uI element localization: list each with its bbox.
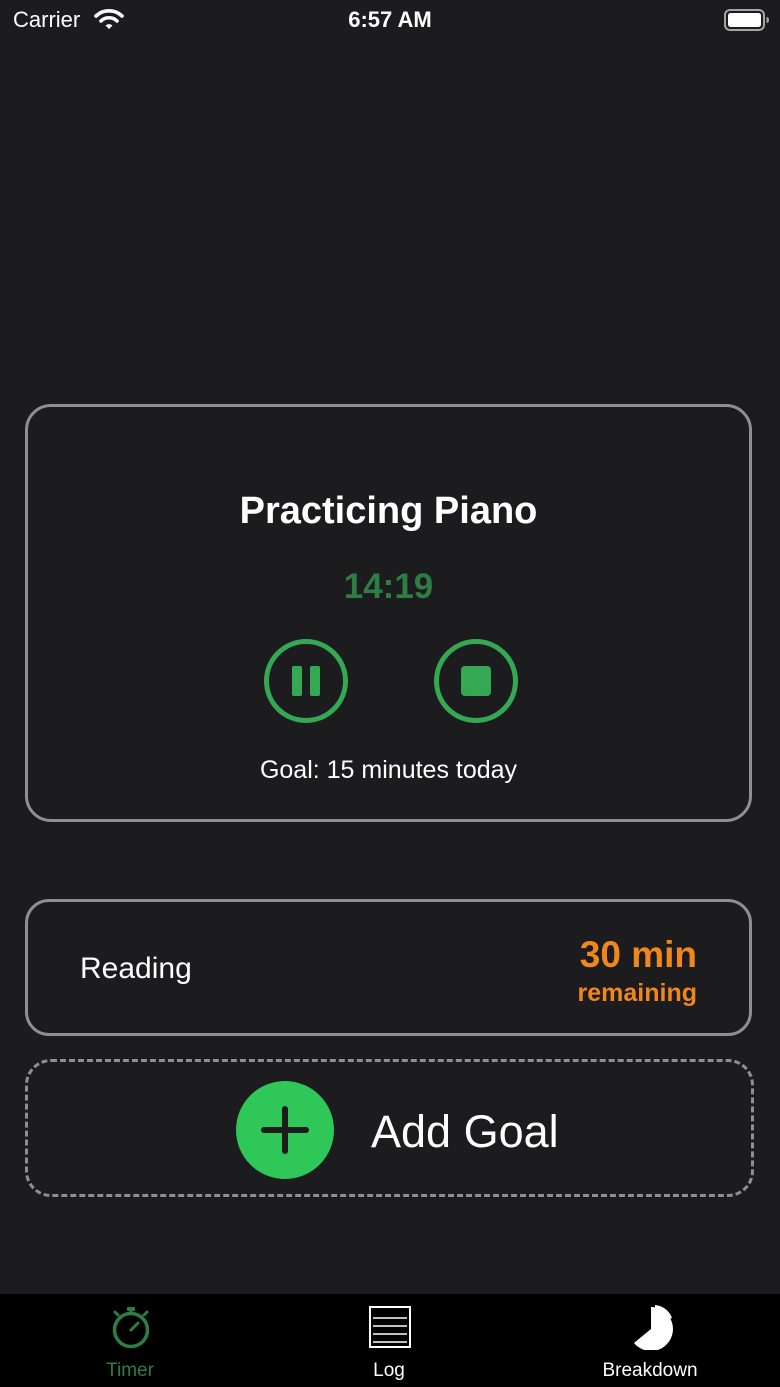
tab-label-log: Log: [373, 1360, 405, 1381]
plus-icon: [261, 1106, 309, 1154]
tab-log[interactable]: Log: [309, 1294, 469, 1387]
tab-bar: Timer Log Breakdown: [0, 1294, 780, 1387]
goal-row-reading[interactable]: Reading 30 min remaining: [25, 899, 752, 1036]
tab-timer[interactable]: Timer: [50, 1294, 210, 1387]
stopwatch-icon: [108, 1304, 154, 1350]
add-goal-button[interactable]: Add Goal: [25, 1059, 754, 1197]
active-goal-card: Practicing Piano 14:19 Goal: 15 minutes …: [25, 404, 752, 822]
pause-button[interactable]: [264, 639, 348, 723]
carrier-label: Carrier: [13, 7, 81, 32]
tab-label-breakdown: Breakdown: [602, 1360, 698, 1381]
goal-name: Reading: [80, 952, 192, 985]
pie-chart-icon: [628, 1304, 674, 1351]
battery-icon: [724, 9, 770, 31]
pause-icon: [292, 666, 320, 696]
add-goal-circle: [236, 1081, 334, 1179]
active-goal-title: Practicing Piano: [239, 490, 538, 532]
stop-icon: [461, 666, 491, 696]
tab-breakdown[interactable]: Breakdown: [570, 1294, 730, 1387]
elapsed-timer: 14:19: [343, 567, 434, 606]
goal-remaining-label: remaining: [577, 979, 697, 1007]
add-goal-label: Add Goal: [371, 1106, 559, 1157]
goal-description: Goal: 15 minutes today: [259, 756, 518, 784]
stop-button[interactable]: [434, 639, 518, 723]
goal-remaining-amount: 30 min: [579, 934, 697, 975]
list-icon: [367, 1304, 413, 1350]
status-bar: Carrier 6:57 AM: [0, 0, 780, 40]
wifi-icon: [94, 7, 124, 31]
tab-label-timer: Timer: [106, 1360, 154, 1381]
